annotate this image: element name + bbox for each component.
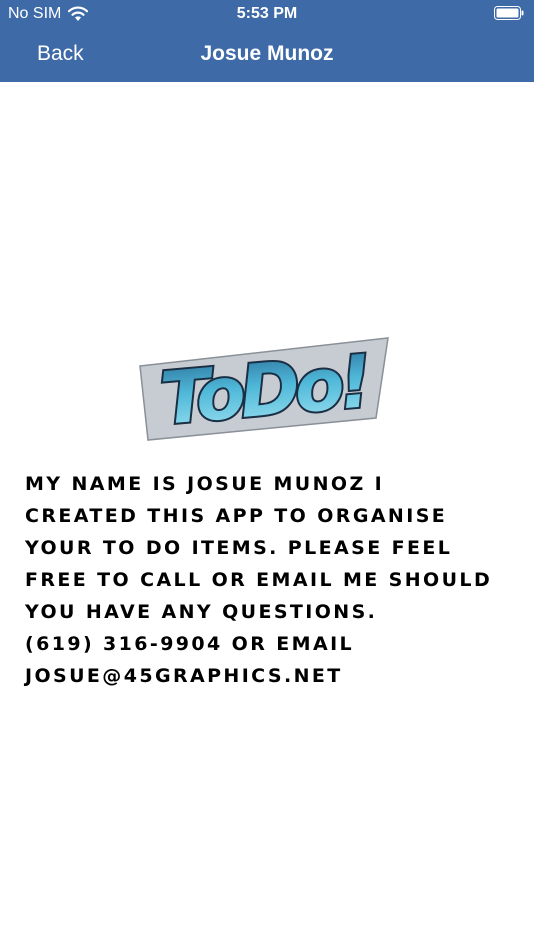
about-line: My name is Josue Munoz I [25, 473, 385, 495]
about-line: you have any questions. [25, 601, 378, 623]
todo-logo: ToDo! [139, 337, 389, 443]
header-bar: No SIM 5:53 PM Back Josue Munoz [0, 0, 534, 82]
status-time: 5:53 PM [236, 5, 298, 22]
battery-icon [494, 6, 524, 20]
status-bar: No SIM 5:53 PM [0, 0, 534, 28]
page-title: Josue Munoz [200, 42, 334, 65]
about-description: My name is Josue Munoz I created this ap… [25, 468, 515, 692]
about-line: your to do items. Please feel [25, 537, 453, 559]
logo-text: ToDo! [157, 339, 370, 441]
about-line: created this app to organise [25, 505, 448, 527]
about-line: free to call or email me should [25, 569, 493, 591]
navigation-bar: Back Josue Munoz [0, 28, 534, 82]
email-link[interactable]: josue@45graphics.net [25, 660, 515, 692]
phone-line[interactable]: (619) 316-9904 or email [25, 628, 515, 660]
